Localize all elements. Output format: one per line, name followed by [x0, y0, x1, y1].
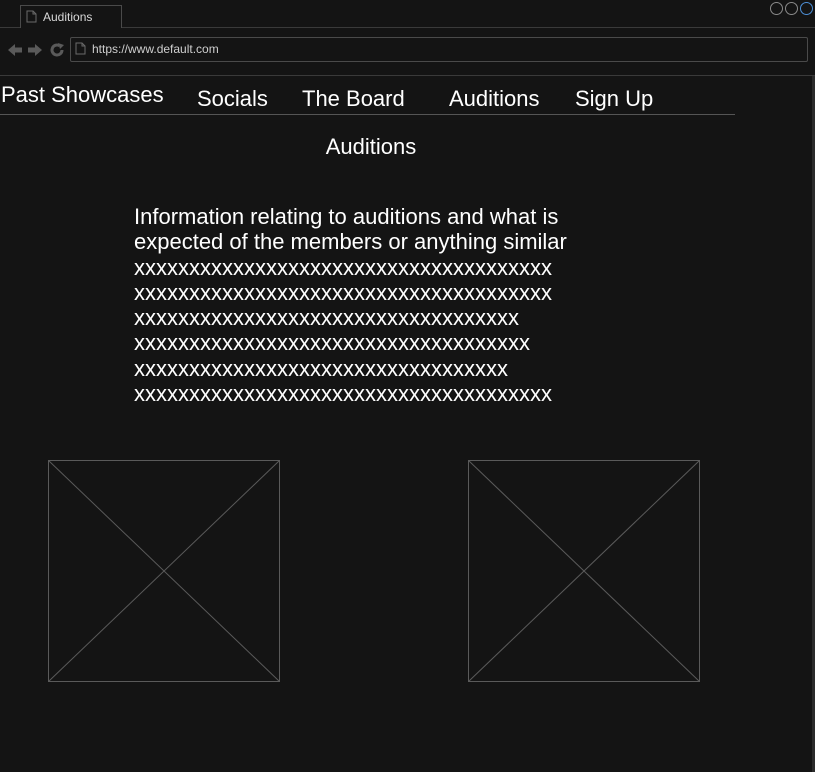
browser-tab[interactable]: Auditions — [20, 5, 122, 28]
maximize-button[interactable] — [785, 2, 798, 15]
page-icon — [75, 42, 86, 55]
image-placeholder-left — [48, 460, 280, 682]
forward-arrow-icon[interactable] — [26, 41, 44, 59]
nav-link-sign-up[interactable]: Sign Up — [575, 86, 653, 112]
back-arrow-icon[interactable] — [6, 41, 24, 59]
refresh-icon[interactable] — [48, 41, 66, 59]
window-controls — [770, 2, 813, 15]
nav-link-auditions[interactable]: Auditions — [449, 86, 540, 112]
page-title: Auditions — [325, 134, 417, 159]
info-line: expected of the members or anything simi… — [134, 229, 567, 255]
info-line: Information relating to auditions and wh… — [134, 204, 559, 229]
nav-link-socials[interactable]: Socials — [197, 86, 268, 112]
info-line: xxxxxxxxxxxxxxxxxxxxxxxxxxxxxxxxxxxx — [134, 330, 530, 356]
auditions-info-text: Information relating to auditions and wh… — [134, 204, 674, 406]
tab-title: Auditions — [43, 10, 93, 24]
info-line: xxxxxxxxxxxxxxxxxxxxxxxxxxxxxxxxxx — [134, 355, 508, 381]
url-text: https://www.default.com — [92, 42, 219, 56]
info-line: xxxxxxxxxxxxxxxxxxxxxxxxxxxxxxxxxxxxxx — [134, 279, 552, 305]
image-placeholder-right — [468, 460, 700, 682]
close-button[interactable] — [800, 2, 813, 15]
page-icon — [26, 10, 37, 23]
nav-link-the-board[interactable]: The Board — [302, 86, 405, 112]
info-line: xxxxxxxxxxxxxxxxxxxxxxxxxxxxxxxxxxxxxx — [134, 381, 552, 407]
tab-bar: Auditions — [0, 0, 815, 28]
nav-link-past-showcases[interactable]: Past Showcases — [1, 82, 164, 108]
info-line: xxxxxxxxxxxxxxxxxxxxxxxxxxxxxxxxxxxxxx — [134, 254, 552, 280]
browser-toolbar: https://www.default.com — [0, 28, 815, 76]
minimize-button[interactable] — [770, 2, 783, 15]
info-line: xxxxxxxxxxxxxxxxxxxxxxxxxxxxxxxxxxx — [134, 305, 519, 331]
site-navigation: Past Showcases Socials The Board Auditio… — [0, 76, 735, 115]
address-bar[interactable]: https://www.default.com — [70, 37, 808, 62]
